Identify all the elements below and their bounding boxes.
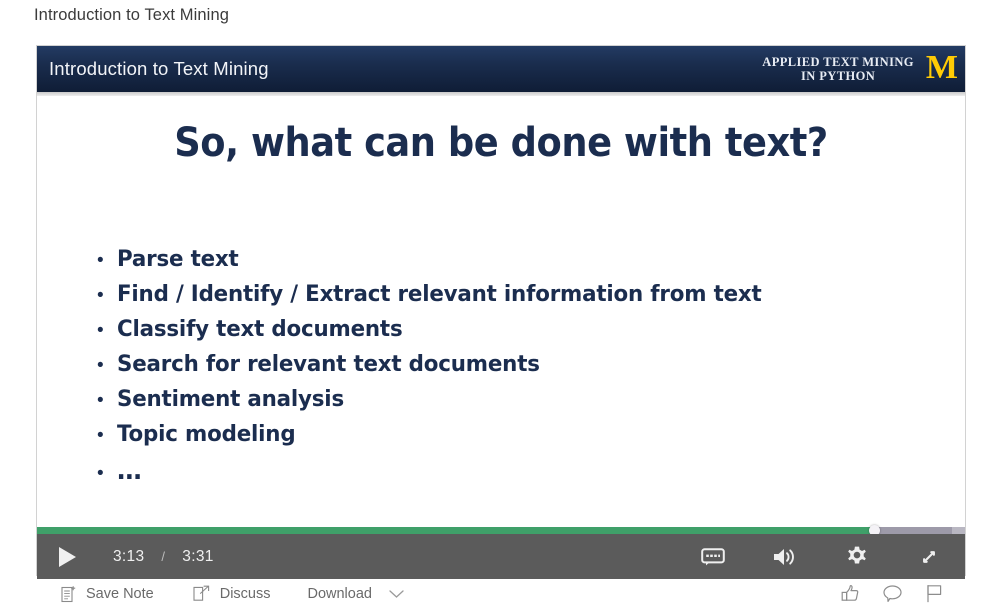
slide-header-title: Introduction to Text Mining [49, 58, 269, 79]
play-icon [59, 546, 76, 567]
brand-block: APPLIED TEXT MINING IN PYTHON M [762, 46, 958, 92]
volume-button[interactable] [749, 534, 821, 579]
bullet-marker-icon: • [97, 425, 104, 446]
list-item: • Search for relevant text documents [91, 351, 945, 386]
save-note-button[interactable]: Save Note [57, 585, 154, 603]
list-item: • Classify text documents [91, 316, 945, 351]
bullet-text: Find / Identify / Extract relevant infor… [117, 281, 762, 307]
list-item: • … [91, 456, 945, 491]
fullscreen-button[interactable] [893, 534, 965, 579]
list-item: • Topic modeling [91, 421, 945, 456]
bullet-text: Classify text documents [117, 316, 403, 342]
download-label: Download [307, 585, 372, 602]
bullet-text: … [117, 456, 143, 486]
time-separator: / [161, 549, 166, 564]
settings-gear-icon [845, 545, 869, 569]
bullet-text: Sentiment analysis [117, 386, 344, 412]
page-title: Introduction to Text Mining [34, 6, 230, 24]
video-player[interactable]: Introduction to Text Mining APPLIED TEXT… [37, 46, 965, 579]
comment-bubble-icon[interactable] [882, 583, 903, 604]
video-progress-bar[interactable] [37, 525, 965, 536]
play-button[interactable] [37, 534, 95, 579]
save-note-label: Save Note [86, 585, 154, 602]
bullet-text: Parse text [117, 246, 239, 272]
player-controls-right [677, 534, 965, 579]
video-control-bar: 3:13 / 3:31 [37, 534, 965, 579]
slide-header: Introduction to Text Mining APPLIED TEXT… [37, 46, 965, 92]
fullscreen-icon [917, 545, 941, 569]
brand-line-2: IN PYTHON [801, 69, 876, 83]
list-item: • Find / Identify / Extract relevant inf… [91, 281, 945, 316]
thumbs-up-icon[interactable] [840, 583, 861, 604]
time-display: 3:13 / 3:31 [113, 548, 214, 566]
duration-time: 3:31 [182, 547, 214, 565]
bullet-marker-icon: • [97, 285, 104, 306]
michigan-m-logo-icon: M [925, 49, 958, 86]
subtitles-icon [701, 547, 725, 566]
slide-body: So, what can be done with text? • Parse … [37, 96, 965, 527]
discuss-label: Discuss [219, 585, 271, 602]
bullet-list: • Parse text • Find / Identify / Extract… [91, 246, 945, 491]
settings-button[interactable] [821, 534, 893, 579]
chevron-down-icon[interactable] [388, 588, 405, 600]
download-button[interactable]: Download [307, 586, 405, 602]
discuss-button[interactable]: Discuss [191, 585, 271, 602]
bullet-marker-icon: • [97, 355, 104, 376]
current-time: 3:13 [113, 547, 145, 565]
brand-line-1: APPLIED TEXT MINING [762, 55, 914, 69]
slide-title: So, what can be done with text? [174, 120, 828, 166]
subtitles-button[interactable] [677, 534, 749, 579]
external-link-icon [191, 585, 213, 602]
bullet-marker-icon: • [97, 320, 104, 341]
volume-icon [772, 546, 798, 568]
bullet-text: Topic modeling [117, 421, 296, 447]
bullet-text: Search for relevant text documents [117, 351, 540, 377]
bullet-marker-icon: • [97, 390, 104, 411]
list-item: • Parse text [91, 246, 945, 281]
bottom-toolbar: Save Note Discuss Download [37, 580, 965, 607]
reaction-buttons [840, 583, 965, 604]
list-item: • Sentiment analysis [91, 386, 945, 421]
progress-played [37, 527, 875, 534]
flag-icon[interactable] [924, 583, 945, 604]
bullet-marker-icon: • [97, 463, 104, 484]
bullet-marker-icon: • [97, 250, 104, 271]
brand-text: APPLIED TEXT MINING IN PYTHON [762, 55, 914, 83]
note-icon [57, 585, 79, 603]
